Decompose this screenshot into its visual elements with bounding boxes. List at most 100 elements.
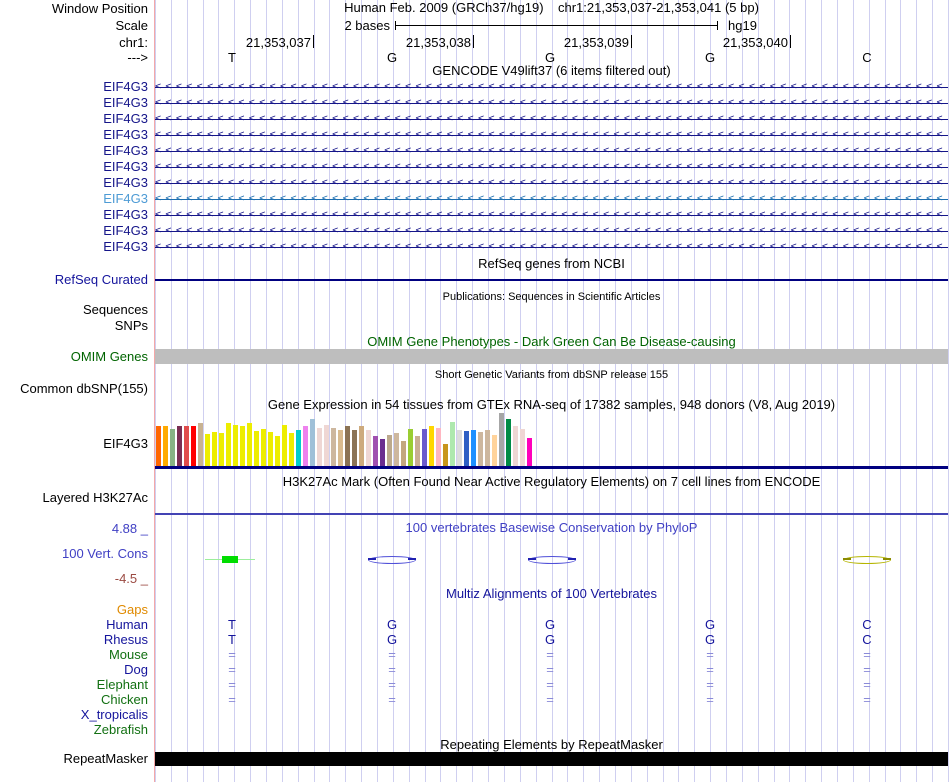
- gtex-bar[interactable]: [352, 430, 357, 466]
- gtex-bar[interactable]: [401, 441, 406, 466]
- gencode-gene-label: EIF4G3: [103, 223, 148, 238]
- gtex-bar[interactable]: [513, 426, 518, 466]
- gtex-bar[interactable]: [254, 431, 259, 466]
- gtex-bar[interactable]: [415, 436, 420, 466]
- eif4g3-gene-row[interactable]: <<<<<<<<<<<<<<<<<<<<<<<<<<<<<<<<<<<<<<<<…: [155, 95, 948, 111]
- multiz-cell: =: [388, 692, 396, 707]
- gtex-bar[interactable]: [464, 431, 469, 466]
- eif4g3-gene-row[interactable]: <<<<<<<<<<<<<<<<<<<<<<<<<<<<<<<<<<<<<<<<…: [155, 127, 948, 143]
- h3k27ac-signal-line[interactable]: [155, 513, 948, 515]
- assembly-title: Human Feb. 2009 (GRCh37/hg19): [344, 0, 544, 15]
- gencode-gene-label: EIF4G3: [103, 127, 148, 142]
- multiz-cell: =: [863, 692, 871, 707]
- gtex-bar[interactable]: [331, 428, 336, 466]
- coordinate-tick: [473, 35, 474, 48]
- multiz-cell: G: [704, 617, 716, 632]
- gtex-bar[interactable]: [387, 435, 392, 466]
- gtex-bar[interactable]: [324, 425, 329, 466]
- eif4g3-gene-row[interactable]: <<<<<<<<<<<<<<<<<<<<<<<<<<<<<<<<<<<<<<<<…: [155, 111, 948, 127]
- gtex-bar[interactable]: [205, 434, 210, 466]
- gtex-bar[interactable]: [317, 428, 322, 466]
- gtex-bar[interactable]: [506, 419, 511, 466]
- gtex-bar[interactable]: [499, 413, 504, 466]
- gtex-bar[interactable]: [450, 422, 455, 466]
- gtex-bar[interactable]: [345, 426, 350, 466]
- multiz-cell: =: [388, 677, 396, 692]
- eif4g3-gene-row[interactable]: <<<<<<<<<<<<<<<<<<<<<<<<<<<<<<<<<<<<<<<<…: [155, 159, 948, 175]
- gtex-bar[interactable]: [282, 425, 287, 466]
- gtex-bar[interactable]: [527, 438, 532, 466]
- gtex-bar[interactable]: [233, 425, 238, 466]
- gtex-bar[interactable]: [366, 430, 371, 466]
- conservation-marker-tip: [528, 558, 536, 560]
- dbsnp-track-title: Short Genetic Variants from dbSNP releas…: [434, 369, 669, 381]
- multiz-species-label: Mouse: [108, 647, 148, 662]
- gtex-bar[interactable]: [338, 430, 343, 466]
- gtex-bar[interactable]: [296, 430, 301, 466]
- gtex-bar[interactable]: [240, 426, 245, 466]
- multiz-cell: =: [863, 662, 871, 677]
- multiz-species-label: X_tropicalis: [80, 707, 148, 722]
- gtex-bar[interactable]: [219, 433, 224, 466]
- gtex-bar[interactable]: [261, 429, 266, 466]
- repeatmasker-band[interactable]: [155, 752, 948, 766]
- gtex-bar[interactable]: [170, 429, 175, 466]
- gtex-bar[interactable]: [359, 426, 364, 466]
- gtex-bar[interactable]: [436, 428, 441, 466]
- gtex-bar[interactable]: [303, 426, 308, 466]
- strand-arrow: --->: [127, 50, 148, 65]
- multiz-cell: T: [228, 632, 236, 647]
- gtex-bar[interactable]: [191, 426, 196, 466]
- gtex-bar[interactable]: [478, 432, 483, 466]
- conservation-marker-tip: [843, 558, 851, 560]
- gtex-bar[interactable]: [198, 423, 203, 466]
- multiz-cell: =: [228, 647, 236, 662]
- gtex-bar[interactable]: [247, 423, 252, 466]
- publications-sequences-label: Sequences: [82, 302, 148, 317]
- gtex-bar[interactable]: [492, 435, 497, 466]
- gtex-bar[interactable]: [268, 432, 273, 466]
- gtex-bar[interactable]: [184, 426, 189, 466]
- gencode-gene-label: EIF4G3: [103, 79, 148, 94]
- gtex-bar[interactable]: [422, 429, 427, 466]
- refseq-track-title: RefSeq genes from NCBI: [478, 256, 625, 271]
- window-position-title: Human Feb. 2009 (GRCh37/hg19) chr1:21,35…: [155, 1, 948, 15]
- eif4g3-gene-row[interactable]: <<<<<<<<<<<<<<<<<<<<<<<<<<<<<<<<<<<<<<<<…: [155, 223, 948, 239]
- refseq-curated-item[interactable]: [155, 279, 948, 281]
- gtex-bar[interactable]: [373, 436, 378, 466]
- eif4g3-gene-row[interactable]: <<<<<<<<<<<<<<<<<<<<<<<<<<<<<<<<<<<<<<<<…: [155, 143, 948, 159]
- gtex-bar[interactable]: [471, 430, 476, 466]
- eif4g3-gene-row[interactable]: <<<<<<<<<<<<<<<<<<<<<<<<<<<<<<<<<<<<<<<<…: [155, 79, 948, 95]
- gtex-bar[interactable]: [408, 429, 413, 466]
- minus-strand-arrows: <<<<<<<<<<<<<<<<<<<<<<<<<<<<<<<<<<<<<<<<…: [155, 209, 947, 220]
- gtex-bar[interactable]: [163, 426, 168, 466]
- scale-bar-left-tick: [395, 21, 396, 30]
- eif4g3-gene-row[interactable]: <<<<<<<<<<<<<<<<<<<<<<<<<<<<<<<<<<<<<<<<…: [155, 239, 948, 255]
- gtex-bar[interactable]: [429, 426, 434, 466]
- coordinate-tick: [313, 35, 314, 48]
- gtex-bar[interactable]: [289, 433, 294, 466]
- gtex-bar[interactable]: [380, 439, 385, 466]
- eif4g3-gene-row[interactable]: <<<<<<<<<<<<<<<<<<<<<<<<<<<<<<<<<<<<<<<<…: [155, 175, 948, 191]
- conservation-marker[interactable]: [222, 556, 238, 563]
- gtex-bar[interactable]: [275, 436, 280, 466]
- base-letter: C: [862, 50, 872, 65]
- gtex-bar[interactable]: [457, 430, 462, 466]
- gtex-bar[interactable]: [177, 426, 182, 466]
- gencode-track-title: GENCODE V49lift37 (6 items filtered out): [432, 63, 671, 78]
- gtex-bar[interactable]: [485, 430, 490, 466]
- omim-gene-band[interactable]: [155, 349, 948, 364]
- eif4g3-gene-row[interactable]: <<<<<<<<<<<<<<<<<<<<<<<<<<<<<<<<<<<<<<<<…: [155, 207, 948, 223]
- gtex-bar[interactable]: [394, 433, 399, 466]
- gtex-bar[interactable]: [212, 432, 217, 466]
- multiz-species-label: Chicken: [101, 692, 148, 707]
- gtex-bar[interactable]: [226, 423, 231, 466]
- gtex-bar[interactable]: [520, 429, 525, 466]
- gtex-bar[interactable]: [443, 444, 448, 466]
- minus-strand-arrows: <<<<<<<<<<<<<<<<<<<<<<<<<<<<<<<<<<<<<<<<…: [155, 81, 947, 92]
- conservation-marker-tip: [568, 558, 576, 560]
- gtex-bar[interactable]: [310, 419, 315, 466]
- gtex-bar[interactable]: [156, 426, 161, 466]
- eif4g3-gene-row[interactable]: <<<<<<<<<<<<<<<<<<<<<<<<<<<<<<<<<<<<<<<<…: [155, 191, 948, 207]
- chrom-label: chr1:: [119, 35, 148, 50]
